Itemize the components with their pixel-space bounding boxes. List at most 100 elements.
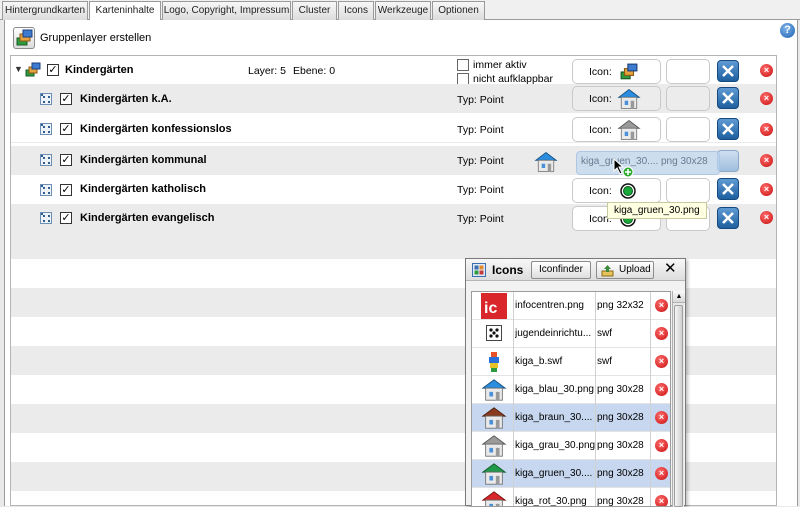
collapse-arrow-icon[interactable]: ▼ [14, 64, 23, 74]
layer-row: ✓ Kindergärten katholisch Typ: Point Ico… [11, 175, 776, 204]
icons-scrollbar[interactable]: ▲ [672, 291, 685, 507]
layer-points-icon [40, 123, 52, 135]
layer-delete-icon[interactable]: × [760, 154, 773, 167]
layer-extra-field[interactable] [666, 86, 710, 111]
house-blue-icon [617, 89, 641, 109]
list-item[interactable]: jugendeinrichtu... swf × [472, 320, 670, 348]
layer-name: Kindergärten katholisch [80, 183, 206, 195]
column-divider [595, 292, 596, 320]
file-name: kiga_braun_30.... [515, 412, 593, 423]
upload-icon [601, 265, 614, 277]
file-delete-icon[interactable]: × [655, 299, 668, 312]
group-delete-icon[interactable]: × [760, 64, 773, 77]
layer-visible-checkbox[interactable]: ✓ [60, 123, 72, 135]
layer-tools-button[interactable] [717, 87, 739, 109]
layers-stack-icon [16, 29, 33, 46]
column-divider [595, 320, 596, 348]
layer-delete-icon[interactable]: × [760, 123, 773, 136]
create-group-layer-button[interactable] [13, 27, 35, 49]
upload-button[interactable]: Upload [596, 261, 654, 279]
layer-visible-checkbox[interactable]: ✓ [60, 212, 72, 224]
tab-optionen[interactable]: Optionen [432, 1, 485, 20]
list-item[interactable]: kiga_b.swf swf × [472, 348, 670, 376]
group-extra-field[interactable] [666, 59, 710, 84]
list-item[interactable]: kiga_blau_30.png png 30x28 × [472, 376, 670, 404]
file-name: jugendeinrichtu... [515, 328, 592, 339]
layer-icon-label: Icon: [589, 185, 612, 197]
layer-tools-button[interactable] [717, 207, 739, 229]
layer-delete-icon[interactable]: × [760, 211, 773, 224]
tab-icons[interactable]: Icons [338, 1, 374, 20]
column-divider [595, 488, 596, 506]
ic-logo-icon: ic [481, 293, 507, 319]
file-name: kiga_rot_30.png [515, 496, 587, 507]
tab-hintergrundkarten[interactable]: Hintergrundkarten [2, 1, 88, 20]
tab-karteninhalte[interactable]: Karteninhalte [89, 1, 161, 21]
file-delete-icon[interactable]: × [655, 355, 668, 368]
scroll-thumb[interactable] [674, 305, 683, 507]
upload-label: Upload [619, 264, 651, 275]
file-delete-icon[interactable]: × [655, 495, 668, 506]
group-tools-button[interactable] [717, 60, 739, 82]
layer-icon-field[interactable]: Icon: [572, 117, 661, 142]
column-divider [513, 488, 514, 506]
column-divider [513, 404, 514, 432]
file-delete-icon[interactable]: × [655, 327, 668, 340]
layer-type: Typ: Point [457, 213, 504, 225]
layer-visible-checkbox[interactable]: ✓ [60, 93, 72, 105]
list-item[interactable]: ic infocentren.png png 32x32 × [472, 292, 670, 320]
always-active-checkbox[interactable] [457, 59, 469, 71]
list-item[interactable]: kiga_grau_30.png png 30x28 × [472, 432, 670, 460]
icons-dialog-title: Icons [492, 263, 524, 277]
list-item[interactable]: kiga_rot_30.png png 30x28 × [472, 488, 670, 507]
layer-visible-checkbox[interactable]: ✓ [60, 184, 72, 196]
group-icon-field[interactable]: Icon: [572, 59, 661, 84]
icons-dialog-header: Icons Iconfinder Upload ✕ [466, 259, 685, 281]
file-delete-icon[interactable]: × [655, 439, 668, 452]
help-icon[interactable]: ? [780, 23, 795, 38]
file-delete-icon[interactable]: × [655, 383, 668, 396]
always-active-label: immer aktiv [473, 59, 527, 71]
layer-points-icon [40, 212, 52, 224]
layer-icon-field[interactable]: Icon: [572, 178, 661, 203]
icons-file-list: ic infocentren.png png 32x32 × jugendein… [471, 291, 671, 507]
layer-type: Typ: Point [457, 124, 504, 136]
layer-tools-button[interactable] [717, 118, 739, 140]
layer-visible-checkbox[interactable]: ✓ [60, 154, 72, 166]
layer-icon-label: Icon: [589, 124, 612, 136]
drag-cursor-icon [613, 157, 634, 178]
tools-icon [722, 183, 734, 195]
tab-cluster[interactable]: Cluster [292, 1, 337, 20]
layer-tools-button[interactable] [717, 150, 739, 172]
tab-werkzeuge[interactable]: Werkzeuge [375, 1, 431, 20]
tab-logo-copyright-impressum[interactable]: Logo, Copyright, Impressum [162, 1, 291, 20]
layer-extra-field[interactable] [666, 117, 710, 142]
list-item[interactable]: kiga_braun_30.... png 30x28 × [472, 404, 670, 432]
house-brown-icon [481, 407, 507, 429]
tools-icon [722, 123, 734, 135]
column-divider [650, 320, 651, 348]
close-icon[interactable]: ✕ [664, 261, 677, 277]
layer-delete-icon[interactable]: × [760, 92, 773, 105]
column-divider [513, 432, 514, 460]
group-visible-checkbox[interactable]: ✓ [47, 64, 59, 76]
iconfinder-button[interactable]: Iconfinder [531, 261, 591, 279]
group-name: Kindergärten [65, 64, 134, 76]
layer-icon-label: Icon: [589, 93, 612, 105]
layer-delete-icon[interactable]: × [760, 183, 773, 196]
layer-tools-button[interactable] [717, 178, 739, 200]
file-delete-icon[interactable]: × [655, 411, 668, 424]
tab-bar: Hintergrundkarten Karteninhalte Logo, Co… [0, 0, 800, 21]
list-item[interactable]: kiga_gruen_30.... png 30x28 × [472, 460, 670, 488]
scroll-up-icon[interactable]: ▲ [673, 291, 685, 303]
group-layer-count: Layer: 5 [248, 65, 286, 77]
column-divider [650, 488, 651, 506]
layer-icon-field[interactable]: Icon: [572, 86, 661, 111]
icon-tooltip: kiga_gruen_30.png [607, 202, 707, 219]
column-divider [650, 292, 651, 320]
layer-extra-field[interactable] [666, 178, 710, 203]
layer-name: Kindergärten konfessionslos [80, 123, 232, 135]
column-divider [595, 404, 596, 432]
file-delete-icon[interactable]: × [655, 467, 668, 480]
layer-name: Kindergärten k.A. [80, 93, 172, 105]
